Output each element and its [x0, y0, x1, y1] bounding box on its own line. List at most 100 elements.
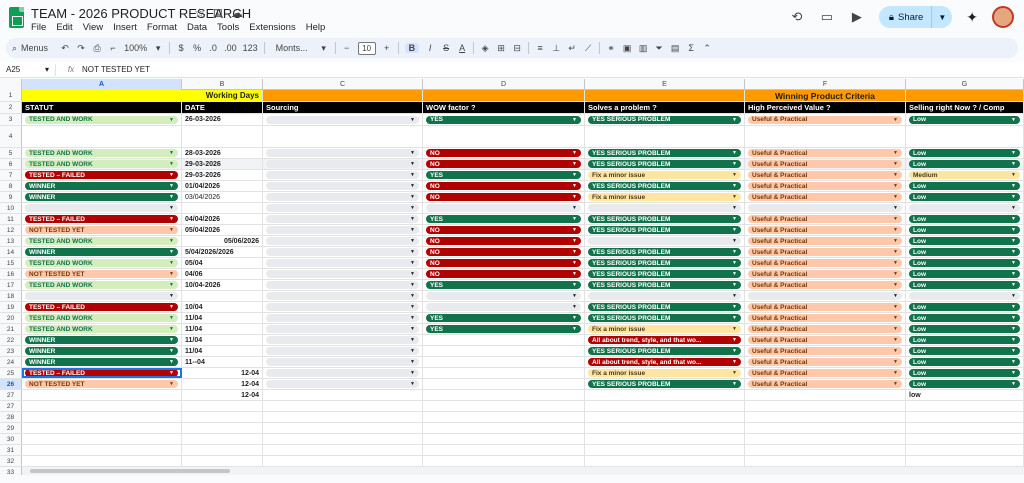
filter-icon[interactable]: ⏷	[654, 43, 664, 54]
selling-header[interactable]: Selling right Now ? / Comp	[906, 102, 1024, 113]
cell-date[interactable]: 05/04/2026	[182, 225, 263, 235]
dropdown-chip[interactable]: TESTED – FAILED ▼	[25, 171, 178, 179]
meet-icon[interactable]: ▶	[849, 9, 865, 25]
cell-src[interactable]: ▼	[263, 247, 423, 257]
history-icon[interactable]: ⟲	[789, 9, 805, 25]
dropdown-chip[interactable]: Medium ▼	[909, 171, 1020, 179]
dropdown-chip[interactable]: NOT TESTED YET ▼	[25, 226, 178, 234]
empty-cell[interactable]	[182, 456, 263, 466]
cell-wow[interactable]: ▼	[423, 203, 585, 213]
dropdown-chip[interactable]: YES SERIOUS PROBLEM ▼	[588, 226, 741, 234]
dropdown-chip[interactable]: NOT TESTED YET ▼	[25, 380, 178, 388]
dropdown-chip[interactable]: TESTED – FAILED ▼	[25, 215, 178, 223]
dropdown-chip[interactable]: Useful & Practical ▼	[748, 314, 902, 322]
cell-wow[interactable]: YES ▼	[423, 114, 585, 125]
dropdown-chip[interactable]: ▼	[266, 259, 419, 267]
cell-src[interactable]: ▼	[263, 181, 423, 191]
cell-statut[interactable]: NOT TESTED YET ▼	[22, 379, 182, 389]
empty-cell[interactable]	[182, 445, 263, 455]
share-button[interactable]: 🔒︎ Share ▼	[878, 6, 953, 28]
fill-color-icon[interactable]: ◈	[480, 43, 490, 54]
cell-value[interactable]: Useful & Practical ▼	[745, 192, 906, 202]
dropdown-chip[interactable]: WINNER ▼	[25, 182, 178, 190]
cell-solves[interactable]: YES SERIOUS PROBLEM ▼	[585, 247, 745, 257]
cell-src[interactable]: ▼	[263, 114, 423, 125]
cell-statut[interactable]: TESTED AND WORK ▼	[22, 280, 182, 290]
cell-solves[interactable]: YES SERIOUS PROBLEM ▼	[585, 313, 745, 323]
cell-value[interactable]: ▼	[745, 203, 906, 213]
cell-sell[interactable]: Low ▼	[906, 214, 1024, 224]
cell-value[interactable]: Useful & Practical ▼	[745, 379, 906, 389]
cell-date[interactable]: 03/04/2026	[182, 192, 263, 202]
print-icon[interactable]: ⎙	[92, 43, 102, 54]
cell-src[interactable]: ▼	[263, 258, 423, 268]
dropdown-chip[interactable]: ▼	[266, 369, 419, 377]
column-header-a[interactable]: A	[22, 79, 182, 90]
cell-solves[interactable]: YES SERIOUS PROBLEM ▼	[585, 346, 745, 356]
dropdown-chip[interactable]: NO ▼	[426, 193, 581, 201]
strikethrough-button[interactable]: S	[441, 43, 451, 53]
dropdown-chip[interactable]: TESTED AND WORK ▼	[25, 281, 178, 289]
row-header[interactable]: 16	[0, 269, 22, 279]
search-menus[interactable]: ⌕ Menus	[12, 43, 54, 54]
cell-solves[interactable]: YES SERIOUS PROBLEM ▼	[585, 181, 745, 191]
decrease-font-size-button[interactable]: −	[342, 43, 352, 53]
empty-cell[interactable]	[263, 401, 423, 411]
dropdown-chip[interactable]: YES ▼	[426, 314, 581, 322]
dropdown-chip[interactable]: YES ▼	[426, 325, 581, 333]
dropdown-chip[interactable]: TESTED AND WORK ▼	[25, 149, 178, 157]
dropdown-chip[interactable]: NOT TESTED YET ▼	[25, 270, 178, 278]
dropdown-chip[interactable]: WINNER ▼	[25, 347, 178, 355]
empty-cell[interactable]	[22, 445, 182, 455]
cell-g1[interactable]	[906, 90, 1024, 101]
row-header[interactable]: 13	[0, 236, 22, 246]
redo-icon[interactable]: ↷	[76, 43, 86, 54]
dropdown-chip[interactable]: YES SERIOUS PROBLEM ▼	[588, 248, 741, 256]
row-header[interactable]: 7	[0, 170, 22, 180]
dropdown-chip[interactable]: ▼	[266, 193, 419, 201]
scrollbar-thumb[interactable]	[30, 469, 230, 473]
dropdown-chip[interactable]: Useful & Practical ▼	[748, 369, 902, 377]
row-header[interactable]: 32	[0, 456, 22, 466]
cell-sell[interactable]: Low ▼	[906, 379, 1024, 389]
zoom-select[interactable]: 100%	[124, 43, 147, 53]
cell-sell[interactable]: Low ▼	[906, 368, 1024, 378]
bold-button[interactable]: B	[404, 43, 420, 53]
cell-wow[interactable]: NO ▼	[423, 236, 585, 246]
cell-src[interactable]: ▼	[263, 291, 423, 301]
dropdown-chip[interactable]: NO ▼	[426, 182, 581, 190]
dropdown-chip[interactable]: Useful & Practical ▼	[748, 160, 902, 168]
dropdown-chip[interactable]: ▼	[909, 292, 1020, 300]
dropdown-chip[interactable]: ▼	[426, 204, 581, 212]
dropdown-chip[interactable]: Low ▼	[909, 226, 1020, 234]
row-header[interactable]: 19	[0, 302, 22, 312]
undo-icon[interactable]: ↶	[60, 43, 70, 54]
row-header[interactable]: 9	[0, 192, 22, 202]
dropdown-chip[interactable]: Low ▼	[909, 182, 1020, 190]
cell-value[interactable]: Useful & Practical ▼	[745, 148, 906, 158]
cell-sell[interactable]: Low ▼	[906, 335, 1024, 345]
cell-value[interactable]: Useful & Practical ▼	[745, 247, 906, 257]
cell-src[interactable]: ▼	[263, 203, 423, 213]
cell-date[interactable]: 26-03-2026	[182, 114, 263, 125]
working-days-header[interactable]: Working Days	[182, 90, 263, 101]
dropdown-chip[interactable]: Fix a minor issue ▼	[588, 193, 741, 201]
dropdown-chip[interactable]: Useful & Practical ▼	[748, 248, 902, 256]
empty-cell[interactable]	[182, 423, 263, 433]
row-header[interactable]: 20	[0, 313, 22, 323]
empty-cell[interactable]	[423, 423, 585, 433]
select-all-corner[interactable]	[0, 79, 22, 90]
cell-solves[interactable]: YES SERIOUS PROBLEM ▼	[585, 258, 745, 268]
cell-sell[interactable]: Low ▼	[906, 269, 1024, 279]
cell-sell[interactable]: Low ▼	[906, 181, 1024, 191]
dropdown-chip[interactable]: Low ▼	[909, 347, 1020, 355]
row-header[interactable]: 22	[0, 335, 22, 345]
empty-cell[interactable]	[745, 401, 906, 411]
column-header-f[interactable]: F	[745, 79, 906, 90]
empty-cell[interactable]	[585, 401, 745, 411]
cell-sell[interactable]: Low ▼	[906, 280, 1024, 290]
cell-date[interactable]: 04/04/2026	[182, 214, 263, 224]
cell-date[interactable]: 5/04/2026/2026	[182, 247, 263, 257]
dropdown-chip[interactable]: YES SERIOUS PROBLEM ▼	[588, 149, 741, 157]
dropdown-chip[interactable]: TESTED – FAILED ▼	[25, 303, 178, 311]
